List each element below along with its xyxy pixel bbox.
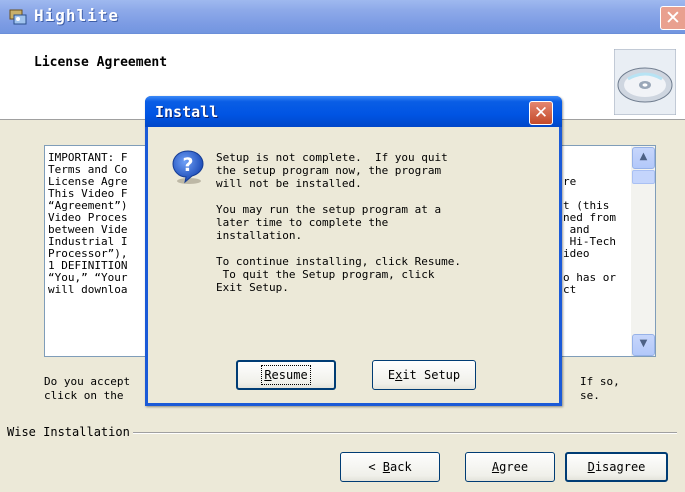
- back-label: B: [382, 460, 390, 474]
- scroll-thumb[interactable]: [632, 170, 655, 184]
- window-close-button[interactable]: ✕: [660, 6, 685, 30]
- license-scrollbar[interactable]: ▲ ▼: [631, 146, 655, 356]
- window-title: Highlite: [34, 6, 120, 25]
- license-line-right: re: [563, 175, 577, 188]
- disagree-label: isagree: [594, 460, 646, 474]
- resume-label: R: [264, 368, 272, 382]
- license-line-right: ct: [563, 283, 577, 296]
- resume-focus: Resume: [261, 365, 311, 385]
- dialog-close-button[interactable]: ✕: [529, 101, 553, 125]
- page-title: License Agreement: [34, 55, 168, 70]
- disagree-button[interactable]: Disagree: [565, 452, 668, 482]
- question-line: If so,: [580, 375, 620, 388]
- dialog-title: Install: [155, 103, 219, 121]
- disagree-label: D: [587, 460, 595, 474]
- back-label: ack: [390, 460, 412, 474]
- accept-question-text-right: If so, se.: [580, 375, 620, 403]
- exit-label: E: [387, 368, 396, 382]
- separator: [77, 432, 677, 434]
- setup-app-icon: [9, 9, 27, 25]
- question-line: Do you accept: [44, 375, 131, 388]
- scroll-down-button[interactable]: ▼: [632, 334, 655, 356]
- agree-button[interactable]: Agree: [465, 452, 555, 482]
- back-button[interactable]: < Back: [340, 452, 440, 482]
- agree-label: gree: [499, 460, 529, 474]
- dialog-message: Setup is not complete. If you quit the s…: [216, 151, 462, 294]
- back-label: <: [368, 460, 383, 474]
- group-label: Wise Installation: [7, 425, 133, 439]
- question-line: click on the: [44, 389, 124, 402]
- question-icon: ?: [172, 150, 204, 184]
- cd-disc-icon: [614, 49, 676, 115]
- exit-setup-button[interactable]: Exit Setup: [372, 360, 476, 390]
- license-line: will downloa: [48, 283, 128, 296]
- license-line-right: ideo: [563, 247, 590, 260]
- accept-question-text: Do you accept click on the: [44, 375, 130, 403]
- svg-text:?: ?: [182, 154, 193, 176]
- resume-label: esume: [271, 368, 308, 382]
- exit-label: it Setup: [402, 368, 461, 382]
- question-line: se.: [580, 389, 600, 402]
- resume-button[interactable]: Resume: [236, 360, 336, 390]
- scroll-up-button[interactable]: ▲: [632, 147, 655, 169]
